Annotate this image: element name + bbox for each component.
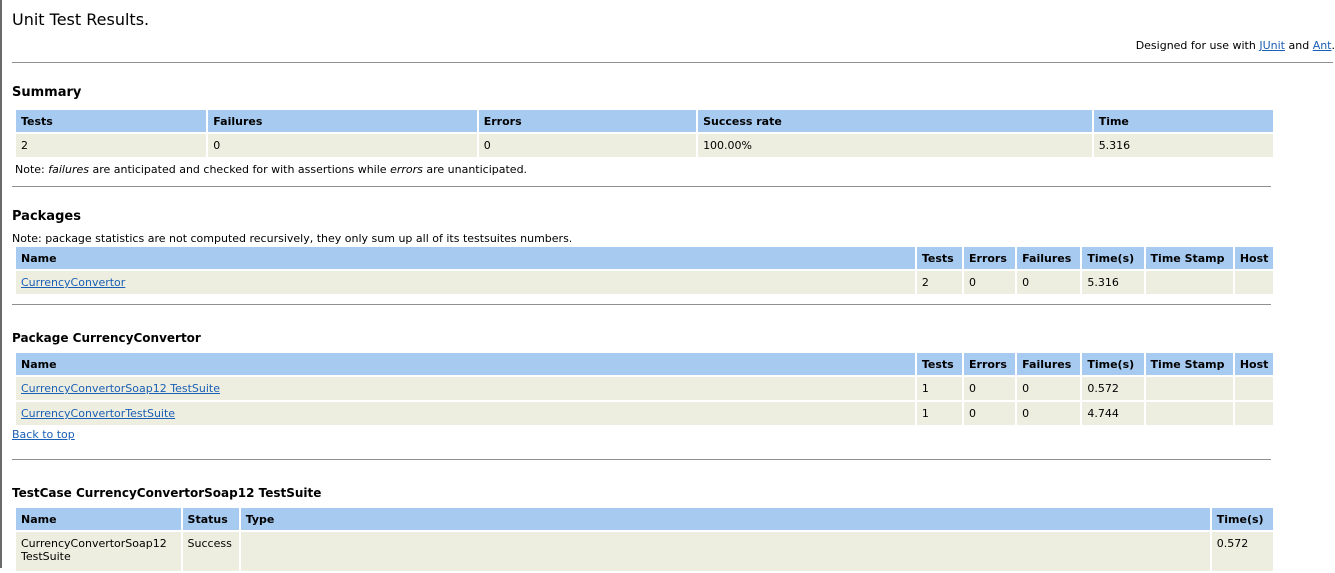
- back-to-top-link[interactable]: Back to top: [12, 428, 75, 441]
- table-row: CurrencyConvertorSoap12TestSuite Success…: [16, 532, 1273, 571]
- package-detail-header-errors: Errors: [964, 353, 1015, 375]
- packages-table: Name Tests Errors Failures Time(s) Time …: [14, 245, 1275, 296]
- packages-header-host: Host: [1235, 247, 1273, 269]
- packages-header-failures: Failures: [1017, 247, 1080, 269]
- package-detail-header-timestamp: Time Stamp: [1146, 353, 1233, 375]
- suite-name-cell: CurrencyConvertorSoap12 TestSuite: [16, 377, 915, 400]
- testcase-type-cell: [241, 532, 1210, 571]
- summary-note-suffix: are unanticipated.: [423, 163, 527, 176]
- suite-host-cell: [1235, 402, 1273, 425]
- packages-divider: [12, 304, 1271, 305]
- testcase-heading: TestCase CurrencyConvertorSoap12 TestSui…: [12, 486, 321, 500]
- suite-time-cell: 0.572: [1082, 377, 1143, 400]
- suite-failures-cell: 0: [1017, 402, 1080, 425]
- summary-heading: Summary: [12, 85, 81, 100]
- summary-table: Tests Failures Errors Success rate Time …: [14, 108, 1275, 159]
- summary-header-tests: Tests: [16, 110, 206, 132]
- package-link-currencyconvertor[interactable]: CurrencyConvertor: [21, 276, 125, 289]
- packages-header-timestamp: Time Stamp: [1146, 247, 1233, 269]
- packages-header-name: Name: [16, 247, 915, 269]
- testcase-name-line2: TestSuite: [21, 550, 71, 563]
- testcase-header-time: Time(s): [1212, 508, 1273, 530]
- packages-header-errors: Errors: [964, 247, 1015, 269]
- package-time-cell: 5.316: [1082, 271, 1143, 294]
- summary-note-errors: errors: [390, 163, 423, 176]
- package-name-cell: CurrencyConvertor: [16, 271, 915, 294]
- testcase-name-cell: CurrencyConvertorSoap12TestSuite: [16, 532, 181, 571]
- package-detail-header-tests: Tests: [917, 353, 962, 375]
- testcase-header-name: Name: [16, 508, 181, 530]
- page-title: Unit Test Results.: [12, 10, 149, 29]
- designed-prefix: Designed for use with: [1136, 39, 1260, 52]
- package-detail-table: Name Tests Errors Failures Time(s) Time …: [14, 351, 1275, 427]
- suite-timestamp-cell: [1146, 402, 1233, 425]
- summary-failures-value: 0: [208, 134, 476, 157]
- summary-errors-value: 0: [479, 134, 696, 157]
- summary-note-failures: failures: [48, 163, 89, 176]
- package-timestamp-cell: [1146, 271, 1233, 294]
- packages-header-tests: Tests: [917, 247, 962, 269]
- testcase-status-cell: Success: [183, 532, 239, 571]
- package-tests-cell: 2: [917, 271, 962, 294]
- ant-link[interactable]: Ant: [1313, 39, 1332, 52]
- packages-note: Note: package statistics are not compute…: [12, 232, 572, 245]
- summary-header-row: Tests Failures Errors Success rate Time: [16, 110, 1273, 132]
- summary-note: Note: failures are anticipated and check…: [15, 163, 527, 176]
- package-detail-header-time: Time(s): [1082, 353, 1143, 375]
- suite-time-cell: 4.744: [1082, 402, 1143, 425]
- package-detail-header-failures: Failures: [1017, 353, 1080, 375]
- package-detail-header-row: Name Tests Errors Failures Time(s) Time …: [16, 353, 1273, 375]
- package-errors-cell: 0: [964, 271, 1015, 294]
- table-row: CurrencyConvertorSoap12 TestSuite 1 0 0 …: [16, 377, 1273, 400]
- package-detail-header-host: Host: [1235, 353, 1273, 375]
- testcase-time-cell: 0.572: [1212, 532, 1273, 571]
- summary-success-rate-value: 100.00%: [698, 134, 1092, 157]
- testcase-header-status: Status: [183, 508, 239, 530]
- testcase-table: Name Status Type Time(s) CurrencyConvert…: [14, 506, 1275, 573]
- summary-header-time: Time: [1094, 110, 1273, 132]
- summary-header-success-rate: Success rate: [698, 110, 1092, 132]
- testcase-header-row: Name Status Type Time(s): [16, 508, 1273, 530]
- packages-header-row: Name Tests Errors Failures Time(s) Time …: [16, 247, 1273, 269]
- suite-host-cell: [1235, 377, 1273, 400]
- suite-link-currencyconvertor[interactable]: CurrencyConvertorTestSuite: [21, 407, 175, 420]
- designed-for-note: Designed for use with JUnit and Ant.: [1136, 39, 1335, 52]
- suite-errors-cell: 0: [964, 402, 1015, 425]
- testcase-header-type: Type: [241, 508, 1210, 530]
- summary-tests-value: 2: [16, 134, 206, 157]
- suite-timestamp-cell: [1146, 377, 1233, 400]
- summary-divider: [12, 186, 1271, 187]
- suite-tests-cell: 1: [917, 402, 962, 425]
- summary-time-value: 5.316: [1094, 134, 1273, 157]
- package-detail-heading: Package CurrencyConvertor: [12, 331, 201, 345]
- designed-suffix: .: [1332, 39, 1335, 52]
- testcase-name-line1: CurrencyConvertorSoap12: [21, 537, 167, 550]
- package-host-cell: [1235, 271, 1273, 294]
- package-failures-cell: 0: [1017, 271, 1080, 294]
- table-row: 2 0 0 100.00% 5.316: [16, 134, 1273, 157]
- packages-header-time: Time(s): [1082, 247, 1143, 269]
- suite-errors-cell: 0: [964, 377, 1015, 400]
- package-divider: [12, 459, 1271, 460]
- table-row: CurrencyConvertorTestSuite 1 0 0 4.744: [16, 402, 1273, 425]
- summary-header-failures: Failures: [208, 110, 476, 132]
- suite-link-soap12[interactable]: CurrencyConvertorSoap12 TestSuite: [21, 382, 220, 395]
- summary-header-errors: Errors: [479, 110, 696, 132]
- table-row: CurrencyConvertor 2 0 0 5.316: [16, 271, 1273, 294]
- suite-name-cell: CurrencyConvertorTestSuite: [16, 402, 915, 425]
- suite-failures-cell: 0: [1017, 377, 1080, 400]
- packages-heading: Packages: [12, 209, 81, 224]
- top-divider: [12, 62, 1333, 63]
- suite-tests-cell: 1: [917, 377, 962, 400]
- summary-note-mid: are anticipated and checked for with ass…: [89, 163, 390, 176]
- designed-and: and: [1285, 39, 1313, 52]
- junit-link[interactable]: JUnit: [1259, 39, 1285, 52]
- summary-note-prefix: Note:: [15, 163, 48, 176]
- package-detail-header-name: Name: [16, 353, 915, 375]
